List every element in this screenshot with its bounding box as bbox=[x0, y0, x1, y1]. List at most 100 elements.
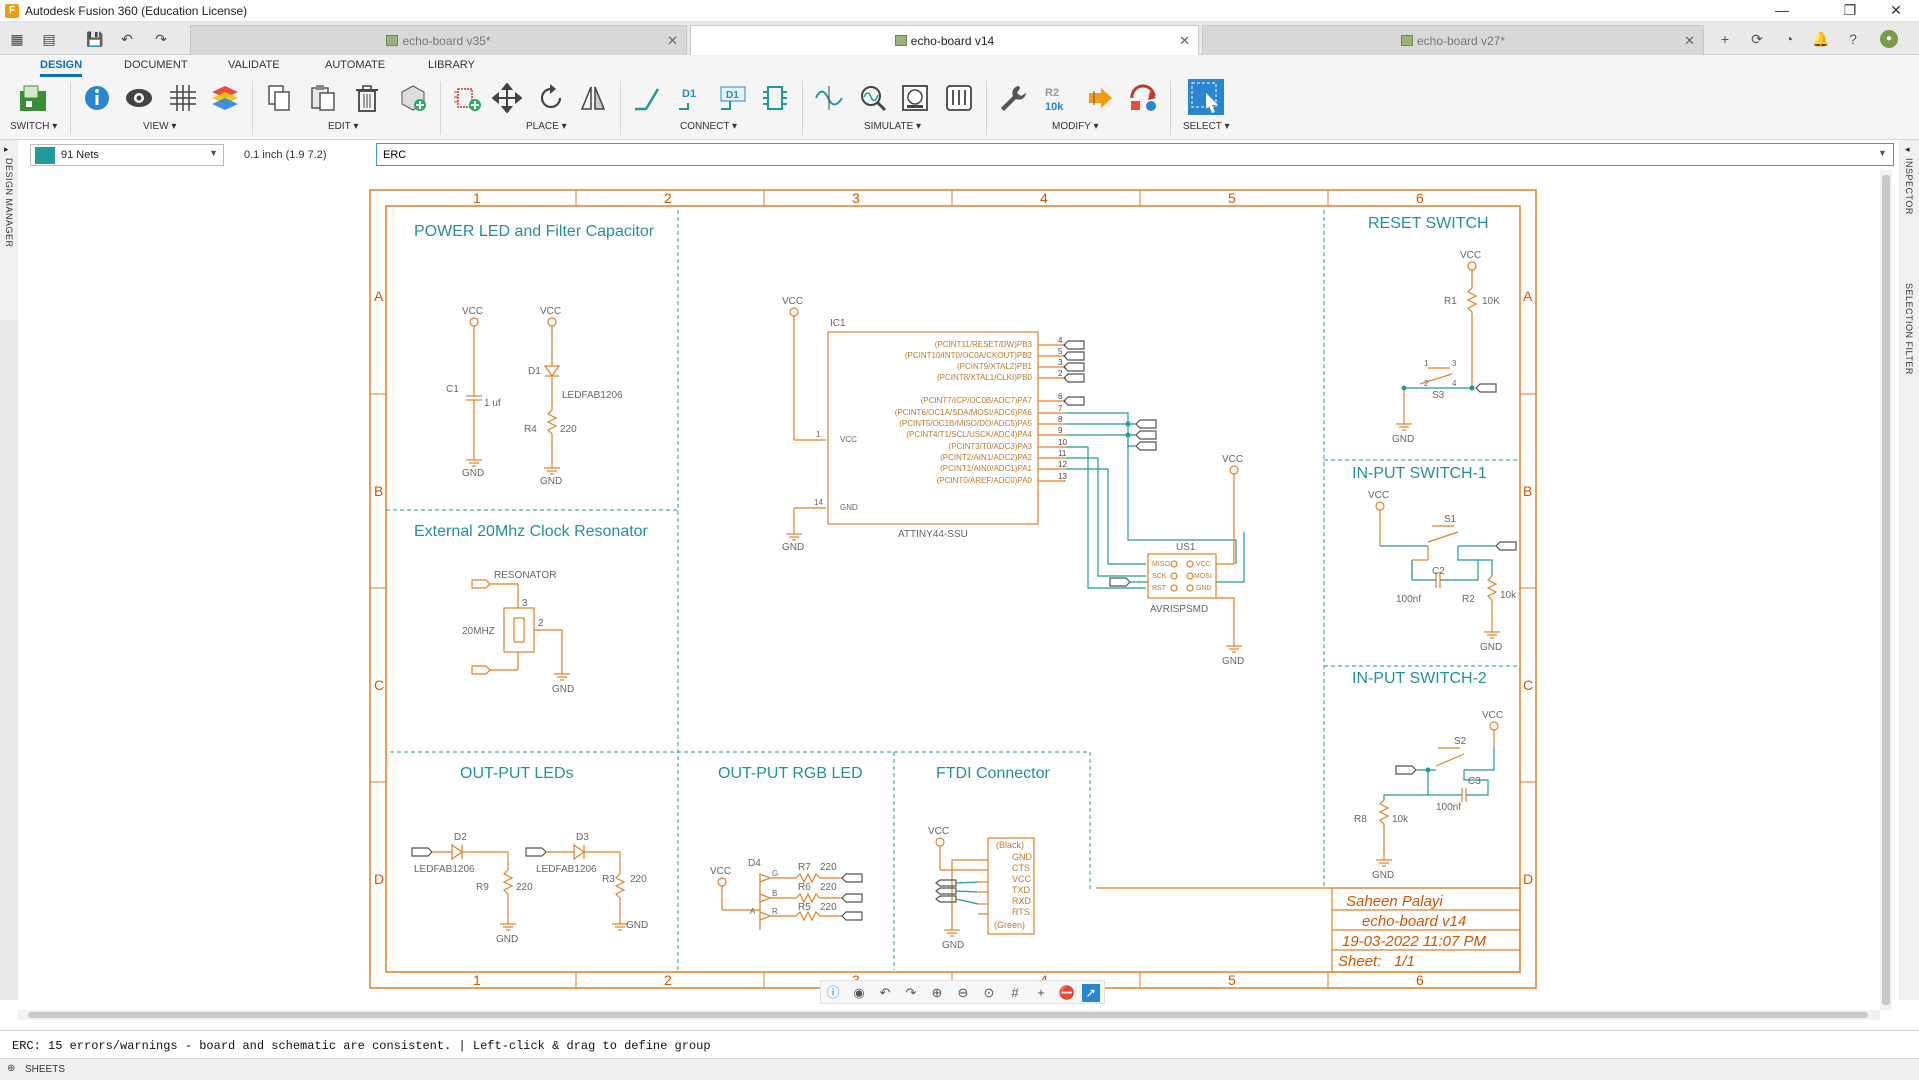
ribbon-tab-document[interactable]: DOCUMENT bbox=[124, 59, 188, 71]
label-icon[interactable]: D1 bbox=[718, 83, 748, 113]
grid-menu-icon[interactable]: ▦ bbox=[6, 29, 28, 49]
place-component-icon[interactable] bbox=[452, 83, 482, 113]
schematic-sheet[interactable]: 1 2 3 4 5 6 1 2 3 4 5 6 A B C D A B C D … bbox=[18, 170, 1880, 1010]
show-hide-eye-icon[interactable] bbox=[124, 83, 154, 113]
notifications-icon[interactable]: 🔔 bbox=[1812, 30, 1830, 48]
avatar[interactable]: ● bbox=[1880, 30, 1898, 48]
meter-sim-icon[interactable] bbox=[944, 83, 974, 113]
zoom-fit-icon[interactable]: ⊙ bbox=[980, 984, 998, 1002]
probe-sim-icon[interactable] bbox=[858, 83, 888, 113]
value-icon[interactable]: R210k bbox=[1042, 83, 1072, 113]
help-icon[interactable]: ? bbox=[1844, 30, 1862, 48]
refresh-icon[interactable]: ⟳ bbox=[1748, 30, 1766, 48]
d2-value: LEDFAB1206 bbox=[414, 864, 475, 875]
add-part-icon[interactable] bbox=[398, 83, 428, 113]
input-switch-1-circuit[interactable]: VCC S1 C2 100nf R2 10k GND bbox=[1368, 490, 1517, 653]
close-tab-icon[interactable]: ✕ bbox=[667, 33, 678, 49]
info-icon[interactable]: ⓘ bbox=[824, 984, 842, 1002]
scrollbar-thumb[interactable] bbox=[1882, 175, 1890, 1005]
close-tab-icon[interactable]: ✕ bbox=[1179, 33, 1190, 49]
wrench-icon[interactable] bbox=[998, 83, 1028, 113]
avrisp-header[interactable]: MISO SCK RST VCC MOSI GND US1 AVRISPSMD … bbox=[1109, 454, 1244, 667]
place-group-label[interactable]: PLACE ▾ bbox=[526, 121, 567, 132]
swap-gate-icon[interactable] bbox=[1128, 83, 1158, 113]
output-leds-circuit[interactable]: D2 LEDFAB1206 D3 LEDFAB1206 R9 220 R3 22… bbox=[411, 832, 648, 945]
grid-icon[interactable]: # bbox=[1006, 984, 1024, 1002]
select-icon[interactable]: ➚ bbox=[1082, 984, 1100, 1002]
net-class-select[interactable]: 91 Nets ▼ bbox=[30, 144, 224, 166]
modify-group-label[interactable]: MODIFY ▾ bbox=[1052, 121, 1099, 132]
redo-icon[interactable]: ↷ bbox=[902, 984, 920, 1002]
save-icon[interactable]: 💾 bbox=[84, 29, 106, 49]
undo-icon[interactable]: ↶ bbox=[116, 29, 138, 49]
design-manager-panel[interactable]: ▸ DESIGN MANAGER bbox=[0, 140, 18, 1000]
select-group-label[interactable]: SELECT ▾ bbox=[1183, 121, 1230, 132]
stop-icon[interactable]: ⛔ bbox=[1058, 984, 1076, 1002]
tab-echo-board-v27[interactable]: echo-board v27* ✕ bbox=[1202, 25, 1704, 55]
reset-switch-circuit[interactable]: VCC R1 10K S3 1 2 3 4 GND bbox=[1392, 250, 1500, 445]
minimize-button[interactable]: — bbox=[1759, 0, 1805, 22]
ftdi-connector[interactable]: (Black) GND CTS VCC TXD RXD RTS (Green) … bbox=[928, 826, 1035, 951]
design-manager-label[interactable]: DESIGN MANAGER bbox=[4, 158, 14, 248]
grid-icon[interactable] bbox=[168, 83, 198, 113]
vertical-scrollbar[interactable] bbox=[1880, 170, 1892, 1010]
eye-icon[interactable]: ◉ bbox=[850, 984, 868, 1002]
replace-icon[interactable] bbox=[1086, 83, 1116, 113]
view-group-label[interactable]: VIEW ▾ bbox=[143, 121, 176, 132]
expand-sheets-icon[interactable]: ⊕ bbox=[7, 1063, 15, 1074]
sheets-bar[interactable]: ⊕ SHEETS bbox=[0, 1058, 1919, 1080]
ribbon-tab-design[interactable]: DESIGN bbox=[40, 59, 83, 77]
power-led-circuit[interactable]: VCC VCC C1 1 uf D1 LEDFAB1206 R4 220 GND… bbox=[446, 306, 623, 487]
schematic-canvas[interactable]: 1 2 3 4 5 6 1 2 3 4 5 6 A B C D A B C D … bbox=[18, 170, 1880, 1010]
horizontal-scrollbar[interactable] bbox=[18, 1010, 1880, 1020]
info-icon[interactable] bbox=[82, 83, 112, 113]
job-status-icon[interactable]: ◔ bbox=[1780, 30, 1798, 48]
tab-echo-board-v35[interactable]: echo-board v35* ✕ bbox=[190, 25, 687, 55]
switch-to-pcb-icon[interactable] bbox=[18, 83, 48, 113]
row-label: A bbox=[1523, 288, 1533, 304]
add-icon[interactable]: + bbox=[1032, 984, 1050, 1002]
signal-sim-icon[interactable] bbox=[814, 83, 844, 113]
scope-sim-icon[interactable] bbox=[900, 83, 930, 113]
selection-filter-tab[interactable]: SELECTION FILTER bbox=[1904, 283, 1914, 375]
ribbon-tab-validate[interactable]: VALIDATE bbox=[228, 59, 280, 71]
select-window-icon[interactable] bbox=[1188, 79, 1224, 115]
expand-arrow-icon[interactable]: ▸ bbox=[4, 144, 9, 155]
connect-group-label[interactable]: CONNECT ▾ bbox=[680, 121, 737, 132]
copy-icon[interactable] bbox=[264, 83, 294, 113]
ribbon-tab-automate[interactable]: AUTOMATE bbox=[325, 59, 385, 71]
simulate-group-label[interactable]: SIMULATE ▾ bbox=[864, 121, 921, 132]
name-icon[interactable]: D1 bbox=[676, 83, 706, 113]
close-window-button[interactable]: ✕ bbox=[1873, 0, 1919, 22]
mirror-icon[interactable] bbox=[578, 83, 608, 113]
input-switch-2-circuit[interactable]: VCC S2 C3 100nf R8 10k GND bbox=[1354, 710, 1503, 881]
switch-group-label[interactable]: SWITCH ▾ bbox=[10, 121, 57, 132]
undo-icon[interactable]: ↶ bbox=[876, 984, 894, 1002]
command-line-input[interactable] bbox=[376, 143, 1894, 166]
rotate-icon[interactable] bbox=[536, 83, 566, 113]
sheets-label[interactable]: SHEETS bbox=[25, 1064, 65, 1075]
close-tab-icon[interactable]: ✕ bbox=[1684, 33, 1695, 49]
inspector-tab[interactable]: INSPECTOR bbox=[1904, 158, 1914, 215]
maximize-button[interactable]: ❐ bbox=[1827, 0, 1873, 22]
rgb-led-circuit[interactable]: VCC D4 R7 220 R6 220 R5 220 G B R A bbox=[710, 858, 863, 930]
resonator-circuit[interactable]: RESONATOR 20MHZ 2 3 GND bbox=[462, 570, 574, 695]
net-wire-icon[interactable] bbox=[632, 83, 662, 113]
bus-icon[interactable] bbox=[760, 83, 790, 113]
chevron-down-icon[interactable]: ▼ bbox=[1878, 148, 1887, 158]
edit-group-label[interactable]: EDIT ▾ bbox=[328, 121, 358, 132]
move-icon[interactable] bbox=[492, 83, 522, 113]
tab-echo-board-v14[interactable]: echo-board v14 ✕ bbox=[690, 25, 1199, 55]
redo-icon[interactable]: ↷ bbox=[150, 29, 172, 49]
title-block-sheet: 1/1 bbox=[1394, 953, 1415, 970]
zoom-out-icon[interactable]: ⊖ bbox=[954, 984, 972, 1002]
paste-icon[interactable] bbox=[308, 83, 338, 113]
collapse-arrow-icon[interactable]: ◂ bbox=[1905, 144, 1910, 155]
layers-icon[interactable] bbox=[210, 83, 240, 113]
scrollbar-thumb[interactable] bbox=[28, 1012, 1868, 1018]
zoom-in-icon[interactable]: ⊕ bbox=[928, 984, 946, 1002]
new-tab-icon[interactable]: + bbox=[1716, 30, 1734, 48]
delete-trash-icon[interactable] bbox=[352, 83, 382, 113]
file-menu-icon[interactable]: ▤ bbox=[38, 29, 60, 49]
ribbon-tab-library[interactable]: LIBRARY bbox=[428, 59, 475, 71]
